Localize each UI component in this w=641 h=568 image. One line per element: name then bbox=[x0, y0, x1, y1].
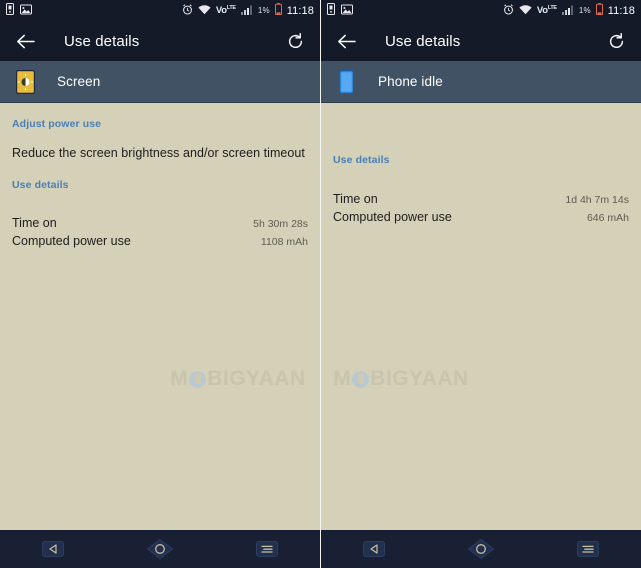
battery-percent-label: 1% bbox=[257, 6, 270, 15]
navigation-bar bbox=[0, 530, 320, 568]
item-title: Phone idle bbox=[378, 74, 443, 89]
watermark-o-icon bbox=[189, 370, 207, 388]
refresh-icon[interactable] bbox=[605, 30, 627, 52]
volte-icon: Vo LTE bbox=[215, 5, 236, 16]
stats-list: Time on 5h 30m 28s Computed power use 11… bbox=[12, 215, 308, 251]
details-content: Adjust power use Reduce the screen brigh… bbox=[0, 103, 320, 530]
use-details-heading[interactable]: Use details bbox=[333, 154, 629, 166]
alarm-icon bbox=[503, 2, 514, 20]
details-content: Use details Time on 1d 4h 7m 14s Compute… bbox=[321, 103, 641, 530]
table-row: Computed power use 1108 mAh bbox=[12, 233, 308, 251]
back-arrow-icon[interactable] bbox=[335, 30, 357, 52]
image-icon bbox=[20, 2, 32, 20]
table-row: Time on 1d 4h 7m 14s bbox=[333, 191, 629, 209]
screen-left: Vo LTE 1% 11:18 Use details Screen Adjus… bbox=[0, 0, 320, 568]
nav-home-icon[interactable] bbox=[466, 538, 496, 560]
row-value: 1d 4h 7m 14s bbox=[565, 194, 629, 206]
stats-list: Time on 1d 4h 7m 14s Computed power use … bbox=[333, 191, 629, 227]
watermark-part-a: M bbox=[333, 367, 352, 390]
phone-idle-icon bbox=[335, 69, 357, 95]
table-row: Time on 5h 30m 28s bbox=[12, 215, 308, 233]
image-icon bbox=[341, 2, 353, 20]
battery-icon bbox=[274, 2, 282, 20]
page-title: Use details bbox=[64, 32, 140, 50]
screen-right: Vo LTE 1% 11:18 Use details Phone idle U… bbox=[321, 0, 641, 568]
nav-back-icon[interactable] bbox=[38, 538, 68, 560]
watermark: M BIGYAAN bbox=[321, 367, 561, 391]
adjust-power-use-description: Reduce the screen brightness and/or scre… bbox=[12, 146, 305, 160]
navigation-bar bbox=[321, 530, 641, 568]
signal-icon bbox=[561, 2, 574, 20]
nav-recents-icon[interactable] bbox=[573, 538, 603, 560]
use-details-heading[interactable]: Use details bbox=[12, 179, 308, 191]
watermark-part-b: BIGYAAN bbox=[370, 367, 469, 390]
status-bar-right-icons: Vo LTE 1% 11:18 bbox=[182, 2, 314, 20]
status-bar-right-icons: Vo LTE 1% 11:18 bbox=[503, 2, 635, 20]
nav-back-icon[interactable] bbox=[359, 538, 389, 560]
item-subheader: Screen bbox=[0, 61, 320, 103]
row-value: 646 mAh bbox=[586, 212, 629, 224]
app-bar: Use details bbox=[321, 21, 641, 61]
screen-brightness-icon bbox=[14, 69, 36, 95]
row-value: 1108 mAh bbox=[260, 236, 308, 248]
watermark-part-b: BIGYAAN bbox=[207, 367, 306, 390]
refresh-icon[interactable] bbox=[284, 30, 306, 52]
table-row: Computed power use 646 mAh bbox=[333, 209, 629, 227]
row-label: Time on bbox=[12, 216, 57, 230]
item-title: Screen bbox=[57, 74, 101, 89]
battery-percent-label: 1% bbox=[578, 6, 591, 15]
status-bar-left-icons bbox=[327, 2, 353, 20]
back-arrow-icon[interactable] bbox=[14, 30, 36, 52]
sim-card-icon bbox=[6, 2, 14, 20]
row-label: Computed power use bbox=[12, 234, 131, 248]
status-bar: Vo LTE 1% 11:18 bbox=[321, 0, 641, 21]
clock-label: 11:18 bbox=[286, 4, 314, 17]
row-value: 5h 30m 28s bbox=[253, 218, 308, 230]
watermark-o-icon bbox=[352, 370, 370, 388]
battery-icon bbox=[595, 2, 603, 20]
watermark: M BIGYAAN bbox=[78, 367, 320, 391]
row-label: Computed power use bbox=[333, 210, 452, 224]
nav-recents-icon[interactable] bbox=[252, 538, 282, 560]
alarm-icon bbox=[182, 2, 193, 20]
status-bar: Vo LTE 1% 11:18 bbox=[0, 0, 320, 21]
sim-card-icon bbox=[327, 2, 335, 20]
signal-icon bbox=[240, 2, 253, 20]
page-title: Use details bbox=[385, 32, 461, 50]
adjust-power-use-heading[interactable]: Adjust power use bbox=[12, 118, 308, 130]
clock-label: 11:18 bbox=[607, 4, 635, 17]
row-label: Time on bbox=[333, 192, 378, 206]
watermark-part-a: M bbox=[170, 367, 189, 390]
item-subheader: Phone idle bbox=[321, 61, 641, 103]
app-bar: Use details bbox=[0, 21, 320, 61]
dual-screenshot-container: Vo LTE 1% 11:18 Use details Screen Adjus… bbox=[0, 0, 641, 568]
nav-home-icon[interactable] bbox=[145, 538, 175, 560]
wifi-icon bbox=[198, 2, 211, 20]
status-bar-left-icons bbox=[6, 2, 32, 20]
wifi-icon bbox=[519, 2, 532, 20]
volte-icon: Vo LTE bbox=[536, 5, 557, 16]
